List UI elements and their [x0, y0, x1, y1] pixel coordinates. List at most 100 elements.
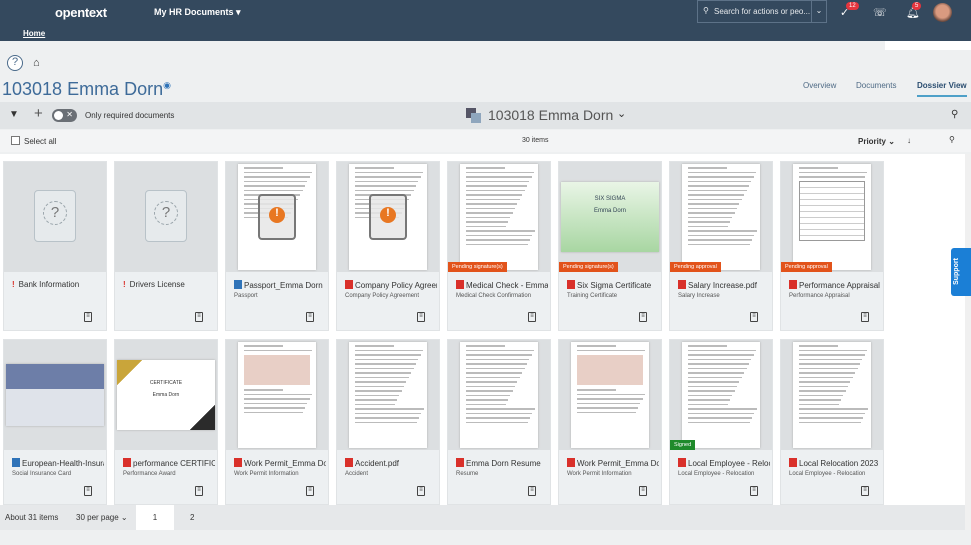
- missing-document-icon: ?: [145, 190, 187, 242]
- document-card[interactable]: ? ! Bank Information ≡: [3, 161, 107, 331]
- avatar[interactable]: [933, 3, 952, 22]
- document-details-icon[interactable]: ≡: [306, 312, 314, 322]
- info-icon[interactable]: ◉: [163, 80, 171, 90]
- document-thumbnail[interactable]: Pending approval: [781, 162, 883, 272]
- search-input[interactable]: ⚲ Search for actions or peo... ⌄: [697, 0, 827, 23]
- document-name[interactable]: Local Relocation 2023: [789, 458, 881, 468]
- document-thumbnail[interactable]: Pending signature(s): [448, 162, 550, 272]
- document-details-icon[interactable]: ≡: [750, 486, 758, 496]
- pdf-file-icon: [567, 458, 575, 467]
- document-card[interactable]: Pending approval Salary Increase.pdf Sal…: [669, 161, 773, 331]
- document-details-icon[interactable]: ≡: [84, 486, 92, 496]
- document-details-icon[interactable]: ≡: [639, 312, 647, 322]
- document-card[interactable]: ! Passport_Emma Dorn Passport ≡: [225, 161, 329, 331]
- tab-overview[interactable]: Overview: [803, 81, 836, 90]
- document-name[interactable]: European-Health-Insurance: [12, 458, 104, 468]
- tab-documents[interactable]: Documents: [856, 81, 896, 90]
- document-thumbnail[interactable]: ?: [115, 162, 217, 272]
- document-name[interactable]: ! Drivers License: [123, 280, 215, 289]
- home-icon[interactable]: ⌂: [33, 57, 40, 69]
- page-2-button[interactable]: 2: [190, 513, 194, 522]
- search-icon[interactable]: ⚲: [951, 109, 958, 120]
- document-details-icon[interactable]: ≡: [195, 312, 203, 322]
- document-name-text: performance CERTIFICATE: [133, 459, 215, 468]
- document-details-icon[interactable]: ≡: [195, 486, 203, 496]
- document-card[interactable]: CERTIFICATE Emma Dorn performance CERTIFI…: [114, 339, 218, 505]
- document-name[interactable]: Salary Increase.pdf: [678, 280, 770, 290]
- chevron-down-icon[interactable]: ⌄: [617, 107, 626, 120]
- document-name[interactable]: Work Permit_Emma Dorn: [567, 458, 659, 468]
- document-thumbnail[interactable]: [337, 340, 439, 450]
- document-name[interactable]: Emma Dorn Resume: [456, 458, 548, 468]
- document-name[interactable]: Six Sigma Certificate: [567, 280, 659, 290]
- search-icon[interactable]: ⚲: [949, 135, 955, 144]
- required-docs-toggle[interactable]: ✕: [52, 109, 77, 122]
- document-details-icon[interactable]: ≡: [306, 486, 314, 496]
- document-details-icon[interactable]: ≡: [750, 312, 758, 322]
- document-details-icon[interactable]: ≡: [528, 486, 536, 496]
- document-name[interactable]: ! Bank Information: [12, 280, 104, 289]
- document-thumbnail[interactable]: [781, 340, 883, 450]
- bell-icon[interactable]: 🔔︎ 5: [906, 2, 922, 19]
- document-details-icon[interactable]: ≡: [84, 312, 92, 322]
- dossier-selector[interactable]: 103018 Emma Dorn: [488, 107, 613, 123]
- document-thumbnail[interactable]: [559, 340, 661, 450]
- page-1-button[interactable]: 1: [136, 505, 174, 530]
- document-thumbnail[interactable]: [4, 340, 106, 450]
- document-details-icon[interactable]: ≡: [528, 312, 536, 322]
- document-card[interactable]: Local Relocation 2023 Local Employee - R…: [780, 339, 884, 505]
- document-card[interactable]: European-Health-Insurance Social Insuran…: [3, 339, 107, 505]
- app-menu[interactable]: My HR Documents ▾: [154, 7, 241, 18]
- document-thumbnail[interactable]: SIX SIGMA Emma Dorn Pending signature(s): [559, 162, 661, 272]
- document-card[interactable]: Accident.pdf Accident ≡: [336, 339, 440, 505]
- document-name[interactable]: Passport_Emma Dorn: [234, 280, 326, 290]
- sort-dropdown[interactable]: Priority ⌄: [858, 137, 895, 146]
- document-card[interactable]: Emma Dorn Resume Resume ≡: [447, 339, 551, 505]
- scrollbar[interactable]: [965, 154, 971, 530]
- document-name[interactable]: Medical Check - Emma Dorn: [456, 280, 548, 290]
- document-thumbnail[interactable]: !: [337, 162, 439, 272]
- document-card[interactable]: SIX SIGMA Emma Dorn Pending signature(s) S…: [558, 161, 662, 331]
- tab-dossier-view[interactable]: Dossier View: [917, 81, 967, 97]
- document-name[interactable]: Performance Appraisal: [789, 280, 881, 290]
- warning-icon: !: [369, 194, 407, 240]
- document-thumbnail[interactable]: Signed: [670, 340, 772, 450]
- filter-icon[interactable]: ▼: [9, 109, 19, 120]
- document-card[interactable]: ! Company Policy Agreement Company Polic…: [336, 161, 440, 331]
- document-thumbnail[interactable]: CERTIFICATE Emma Dorn: [115, 340, 217, 450]
- help-icon[interactable]: ?: [7, 55, 23, 71]
- document-name[interactable]: Local Employee - Relocation: [678, 458, 770, 468]
- document-file-icon: [12, 458, 20, 467]
- search-dropdown-icon[interactable]: ⌄: [811, 1, 826, 22]
- document-thumbnail[interactable]: [448, 340, 550, 450]
- home-link[interactable]: Home: [23, 29, 45, 38]
- sort-direction-icon[interactable]: ↓: [907, 136, 911, 145]
- document-thumbnail[interactable]: !: [226, 162, 328, 272]
- document-details-icon[interactable]: ≡: [861, 312, 869, 322]
- document-details-icon[interactable]: ≡: [861, 486, 869, 496]
- document-card[interactable]: Pending signature(s) Medical Check - Emm…: [447, 161, 551, 331]
- document-thumbnail[interactable]: [226, 340, 328, 450]
- document-details-icon[interactable]: ≡: [417, 486, 425, 496]
- per-page-dropdown[interactable]: 30 per page ⌄: [76, 513, 128, 522]
- document-name[interactable]: Work Permit_Emma Dorn: [234, 458, 326, 468]
- document-card[interactable]: Pending approval Performance Appraisal P…: [780, 161, 884, 331]
- document-name[interactable]: performance CERTIFICATE: [123, 458, 215, 468]
- document-details-icon[interactable]: ≡: [417, 312, 425, 322]
- document-type: Work Permit Information: [234, 471, 299, 477]
- document-name[interactable]: Accident.pdf: [345, 458, 437, 468]
- document-card[interactable]: Work Permit_Emma Dorn Work Permit Inform…: [225, 339, 329, 505]
- document-type: Performance Appraisal: [789, 293, 850, 299]
- tasks-icon[interactable]: ✓ 12: [840, 2, 859, 19]
- add-icon[interactable]: +: [34, 105, 43, 122]
- document-card[interactable]: ? ! Drivers License ≡: [114, 161, 218, 331]
- document-card[interactable]: Signed Local Employee - Relocation Local…: [669, 339, 773, 505]
- document-thumbnail[interactable]: Pending approval: [670, 162, 772, 272]
- support-button[interactable]: Support: [951, 248, 971, 296]
- document-details-icon[interactable]: ≡: [639, 486, 647, 496]
- chat-icon[interactable]: ☏: [873, 6, 887, 19]
- document-thumbnail[interactable]: ?: [4, 162, 106, 272]
- document-name[interactable]: Company Policy Agreement: [345, 280, 437, 290]
- document-card[interactable]: Work Permit_Emma Dorn Work Permit Inform…: [558, 339, 662, 505]
- select-all-checkbox[interactable]: [11, 136, 20, 145]
